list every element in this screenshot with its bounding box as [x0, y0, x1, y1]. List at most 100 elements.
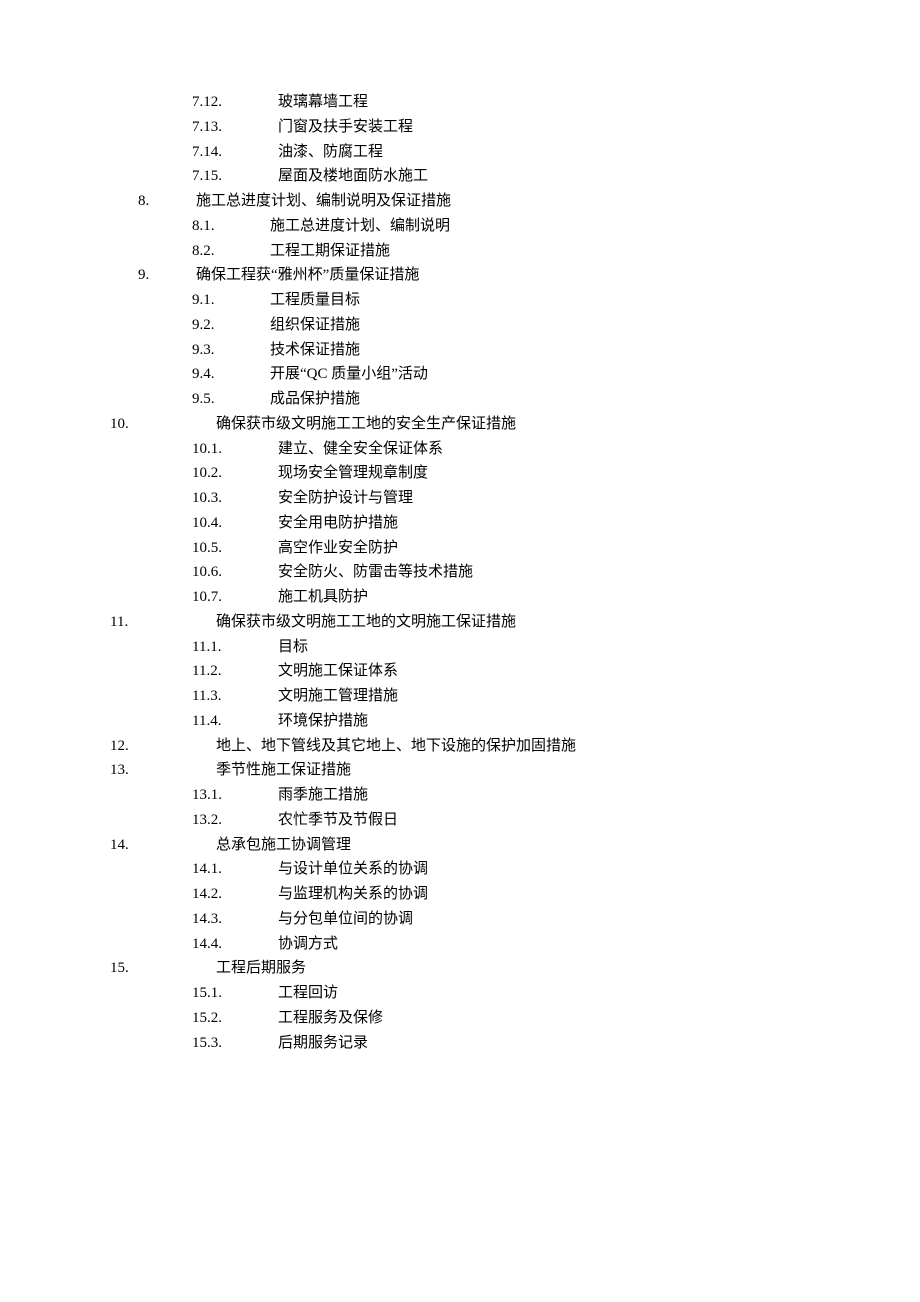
toc-title: 油漆、防腐工程: [278, 144, 383, 160]
toc-title: 文明施工管理措施: [278, 688, 398, 704]
toc-entry: 7.15.屋面及楼地面防水施工: [80, 164, 840, 189]
toc-entry: 8.施工总进度计划、编制说明及保证措施: [80, 189, 840, 214]
toc-number: 13.1.: [192, 783, 278, 808]
toc-title: 安全防火、防雷击等技术措施: [278, 564, 473, 580]
toc-entry: 10.1.建立、健全安全保证体系: [80, 437, 840, 462]
toc-number: 8.: [138, 189, 196, 214]
toc-number: 11.2.: [192, 659, 278, 684]
toc-number: 9.5.: [192, 387, 270, 412]
toc-number: 10.5.: [192, 536, 278, 561]
toc-number: 10.3.: [192, 486, 278, 511]
toc-entry: 9.3.技术保证措施: [80, 338, 840, 363]
toc-entry: 12.地上、地下管线及其它地上、地下设施的保护加固措施: [80, 734, 840, 759]
toc-number: 10.7.: [192, 585, 278, 610]
toc-title: 玻璃幕墙工程: [278, 94, 368, 110]
toc-title: 与监理机构关系的协调: [278, 886, 428, 902]
toc-number: 9.: [138, 263, 196, 288]
toc-number: 7.13.: [192, 115, 278, 140]
toc-entry: 10.3.安全防护设计与管理: [80, 486, 840, 511]
toc-entry: 9.2.组织保证措施: [80, 313, 840, 338]
toc-entry: 15.1.工程回访: [80, 981, 840, 1006]
toc-number: 8.2.: [192, 239, 270, 264]
toc-title: 工程工期保证措施: [270, 243, 390, 259]
toc-title: 后期服务记录: [278, 1035, 368, 1051]
toc-number: 10.2.: [192, 461, 278, 486]
toc-number: 15.2.: [192, 1006, 278, 1031]
toc-title: 门窗及扶手安装工程: [278, 119, 413, 135]
toc-title: 与设计单位关系的协调: [278, 861, 428, 877]
toc-number: 14.: [110, 833, 216, 858]
toc-number: 10.4.: [192, 511, 278, 536]
toc-title: 与分包单位间的协调: [278, 911, 413, 927]
toc-number: 15.1.: [192, 981, 278, 1006]
toc-entry: 10.2.现场安全管理规章制度: [80, 461, 840, 486]
toc-number: 13.: [110, 758, 216, 783]
toc-number: 10.1.: [192, 437, 278, 462]
toc-title: 工程服务及保修: [278, 1010, 383, 1026]
toc-entry: 7.13.门窗及扶手安装工程: [80, 115, 840, 140]
toc-entry: 11.确保获市级文明施工工地的文明施工保证措施: [80, 610, 840, 635]
toc-number: 12.: [110, 734, 216, 759]
toc-title: 施工机具防护: [278, 589, 368, 605]
toc-title: 目标: [278, 639, 308, 655]
toc-entry: 11.1.目标: [80, 635, 840, 660]
toc-entry: 15.2.工程服务及保修: [80, 1006, 840, 1031]
toc-title: 安全防护设计与管理: [278, 490, 413, 506]
toc-title: 工程回访: [278, 985, 338, 1001]
toc-number: 9.1.: [192, 288, 270, 313]
toc-title: 成品保护措施: [270, 391, 360, 407]
toc-entry: 14.4.协调方式: [80, 932, 840, 957]
toc-number: 11.1.: [192, 635, 278, 660]
toc-title: 农忙季节及节假日: [278, 812, 398, 828]
toc-title: 施工总进度计划、编制说明及保证措施: [196, 193, 451, 209]
toc-title: 安全用电防护措施: [278, 515, 398, 531]
toc-entry: 13.季节性施工保证措施: [80, 758, 840, 783]
toc-title: 协调方式: [278, 936, 338, 952]
toc-entry: 9.1.工程质量目标: [80, 288, 840, 313]
toc-entry: 13.2.农忙季节及节假日: [80, 808, 840, 833]
toc-number: 14.3.: [192, 907, 278, 932]
toc-title: 现场安全管理规章制度: [278, 465, 428, 481]
toc-title: 建立、健全安全保证体系: [278, 441, 443, 457]
toc-number: 14.4.: [192, 932, 278, 957]
toc-number: 10.: [110, 412, 216, 437]
toc-entry: 14.3.与分包单位间的协调: [80, 907, 840, 932]
toc-entry: 14.2.与监理机构关系的协调: [80, 882, 840, 907]
toc-entry: 10.5.高空作业安全防护: [80, 536, 840, 561]
toc-title: 高空作业安全防护: [278, 540, 398, 556]
toc-title: 确保获市级文明施工工地的安全生产保证措施: [216, 416, 516, 432]
toc-entry: 10.4.安全用电防护措施: [80, 511, 840, 536]
toc-entry: 11.3.文明施工管理措施: [80, 684, 840, 709]
toc-number: 9.2.: [192, 313, 270, 338]
toc-entry: 9.4.开展“QC 质量小组”活动: [80, 362, 840, 387]
toc-entry: 7.14.油漆、防腐工程: [80, 140, 840, 165]
toc-title: 开展“QC 质量小组”活动: [270, 366, 428, 382]
toc-title: 确保获市级文明施工工地的文明施工保证措施: [216, 614, 516, 630]
toc-entry: 13.1.雨季施工措施: [80, 783, 840, 808]
toc-entry: 14.1.与设计单位关系的协调: [80, 857, 840, 882]
toc-entry: 8.2.工程工期保证措施: [80, 239, 840, 264]
toc-title: 施工总进度计划、编制说明: [270, 218, 450, 234]
toc-entry: 11.4.环境保护措施: [80, 709, 840, 734]
toc-entry: 10.确保获市级文明施工工地的安全生产保证措施: [80, 412, 840, 437]
toc-entry: 7.12.玻璃幕墙工程: [80, 90, 840, 115]
toc-title: 屋面及楼地面防水施工: [278, 168, 428, 184]
toc-title: 季节性施工保证措施: [216, 762, 351, 778]
toc-entry: 11.2.文明施工保证体系: [80, 659, 840, 684]
toc-number: 9.4.: [192, 362, 270, 387]
toc-title: 组织保证措施: [270, 317, 360, 333]
toc-number: 11.3.: [192, 684, 278, 709]
toc-title: 工程质量目标: [270, 292, 360, 308]
toc-entry: 10.6.安全防火、防雷击等技术措施: [80, 560, 840, 585]
toc-number: 10.6.: [192, 560, 278, 585]
toc-title: 总承包施工协调管理: [216, 837, 351, 853]
toc-entry: 15.3.后期服务记录: [80, 1031, 840, 1056]
toc-number: 7.12.: [192, 90, 278, 115]
toc-entry: 15.工程后期服务: [80, 956, 840, 981]
toc-entry: 9.5.成品保护措施: [80, 387, 840, 412]
toc-number: 14.1.: [192, 857, 278, 882]
toc-number: 7.14.: [192, 140, 278, 165]
toc-title: 雨季施工措施: [278, 787, 368, 803]
toc-number: 13.2.: [192, 808, 278, 833]
toc-title: 文明施工保证体系: [278, 663, 398, 679]
